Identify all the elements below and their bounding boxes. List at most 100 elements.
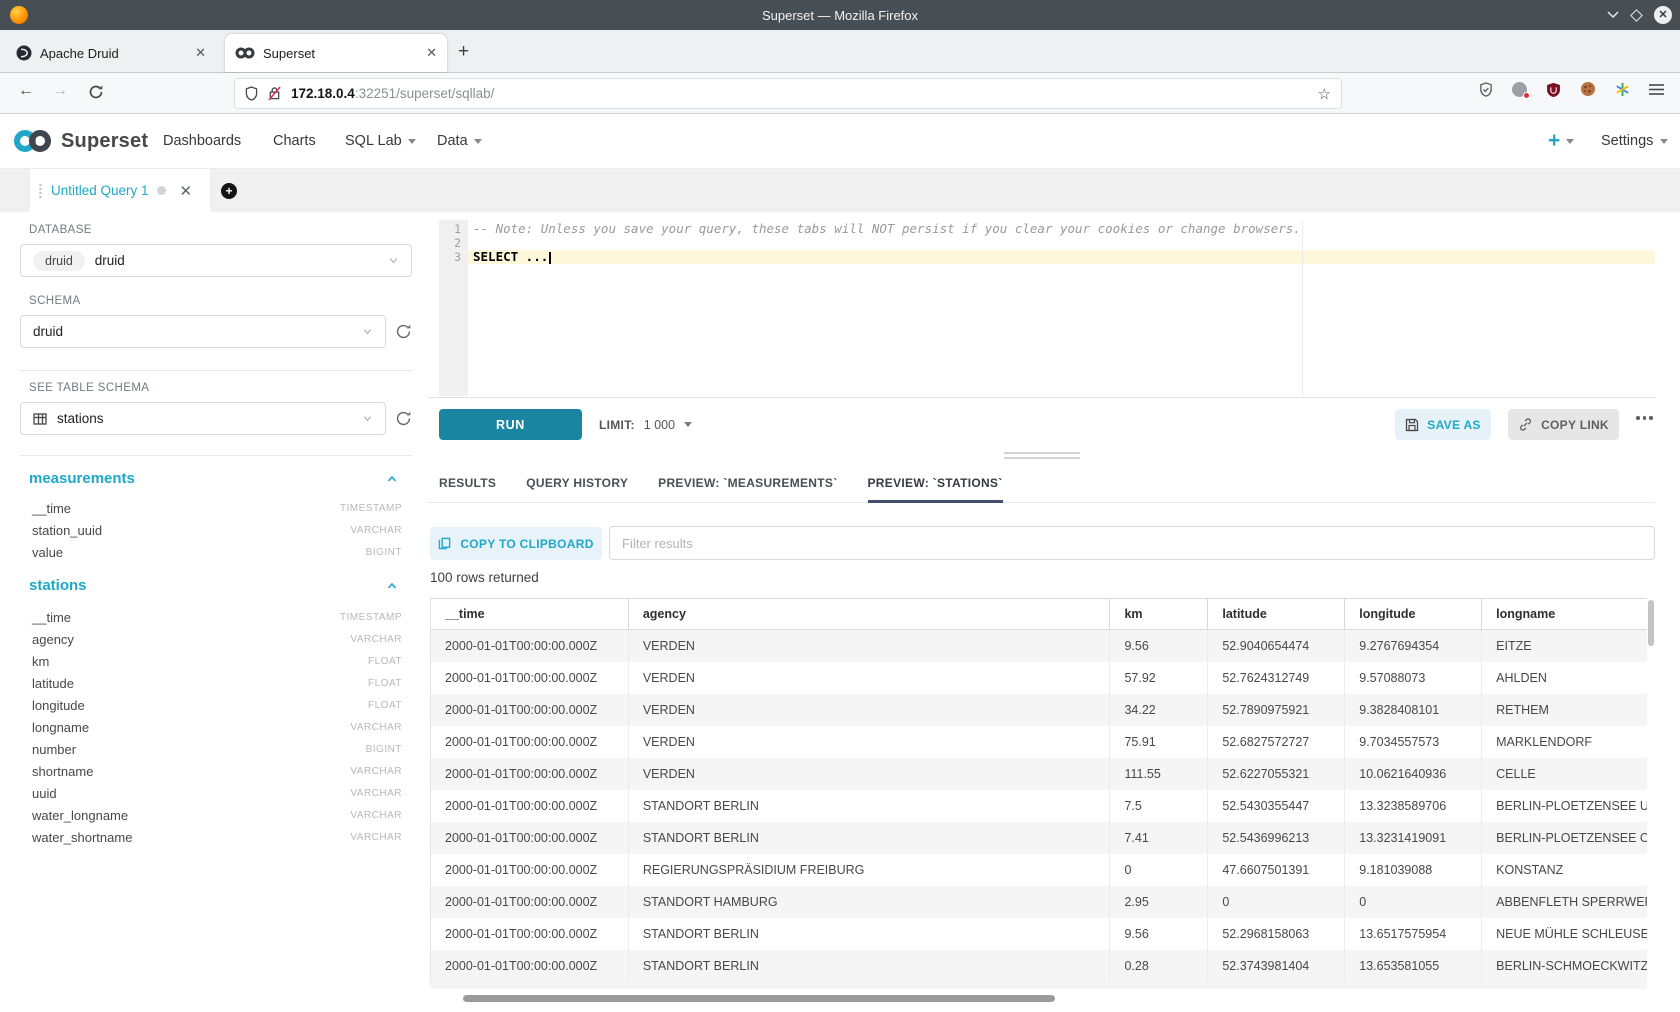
schema-column-row: water_longname VARCHAR (32, 804, 402, 826)
results-tab[interactable]: PREVIEW: `MEASUREMENTS` (658, 465, 837, 503)
filter-results-input[interactable] (609, 526, 1655, 560)
bookmark-star-icon[interactable]: ☆ (1318, 85, 1331, 103)
table-cell: 13.653581055 (1345, 950, 1482, 982)
table-row[interactable]: 2000-01-01T00:00:00.000ZVERDEN34.2252.78… (431, 694, 1647, 726)
save-as-button[interactable]: SAVE AS (1395, 409, 1491, 440)
schema-section-header[interactable]: stations (29, 577, 412, 594)
ublock-icon[interactable] (1546, 82, 1561, 97)
nav-sql-lab[interactable]: SQL Lab (345, 133, 416, 149)
superset-navbar: Superset Dashboards Charts SQL Lab Data … (0, 114, 1680, 169)
browser-tab-label: Superset (263, 46, 315, 61)
insecure-lock-icon[interactable] (268, 86, 281, 101)
schema-section-header[interactable]: measurements (29, 470, 412, 487)
more-options-button[interactable] (1636, 416, 1653, 420)
refresh-table-icon[interactable] (395, 410, 413, 428)
hamburger-menu-icon[interactable] (1649, 83, 1664, 96)
column-type: VARCHAR (350, 832, 402, 843)
table-row[interactable]: 2000-01-01T00:00:00.000ZSTANDORT BERLIN7… (431, 822, 1647, 854)
table-row[interactable]: 2000-01-01T00:00:00.000ZSTANDORT HAMBURG… (431, 886, 1647, 918)
tab-close-icon[interactable]: ✕ (195, 45, 206, 61)
table-schema-select[interactable]: stations (20, 402, 386, 435)
copy-to-clipboard-button[interactable]: COPY TO CLIPBOARD (430, 527, 602, 560)
query-tab-untitled[interactable]: Untitled Query 1 ✕ (30, 169, 210, 212)
reload-icon[interactable] (88, 84, 104, 100)
window-close-icon[interactable]: ✕ (1654, 6, 1672, 24)
superset-logo[interactable]: Superset (11, 126, 148, 156)
column-type: VARCHAR (350, 766, 402, 777)
tracking-shield-icon[interactable] (245, 86, 258, 101)
table-row[interactable]: 2000-01-01T00:00:00.000ZVERDEN9.5652.904… (431, 630, 1647, 662)
table-column-header[interactable]: longitude (1345, 599, 1482, 629)
table-cell: 47.6607501391 (1208, 854, 1345, 886)
schema-select[interactable]: druid (20, 315, 386, 348)
table-cell: 0 (1345, 886, 1482, 918)
table-cell: 2000-01-01T00:00:00.000Z (431, 726, 629, 758)
nav-charts[interactable]: Charts (273, 133, 316, 149)
query-tab-close-icon[interactable]: ✕ (180, 182, 193, 200)
cookie-icon[interactable] (1580, 81, 1596, 97)
window-minimize-icon[interactable] (1607, 11, 1619, 19)
table-cell: 2000-01-01T00:00:00.000Z (431, 950, 629, 982)
settings-menu[interactable]: Settings (1601, 133, 1668, 149)
application-window: Superset — Mozilla Firefox ✕ Apache Drui… (0, 0, 1680, 1012)
limit-dropdown[interactable]: LIMIT: 1 000 (599, 409, 692, 440)
pane-splitter-handle[interactable] (1004, 452, 1080, 462)
browser-tab-apache-druid[interactable]: Apache Druid ✕ (6, 34, 216, 72)
tab-close-icon[interactable]: ✕ (426, 45, 437, 61)
table-cell: 2000-01-01T00:00:00.000Z (431, 790, 629, 822)
new-tab-button[interactable]: + (458, 42, 469, 61)
table-row[interactable]: 2000-01-01T00:00:00.000ZVERDEN57.9252.76… (431, 662, 1647, 694)
nav-dashboards[interactable]: Dashboards (163, 133, 241, 149)
horizontal-scrollbar[interactable] (463, 995, 1055, 1002)
table-column-header[interactable]: agency (629, 599, 1111, 629)
table-cell: STANDORT BERLIN (629, 822, 1111, 854)
drag-handle-icon[interactable] (38, 183, 43, 199)
table-column-header[interactable]: km (1110, 599, 1208, 629)
table-row[interactable]: 2000-01-01T00:00:00.000ZSTANDORT BERLIN0… (431, 950, 1647, 982)
privacy-mask-icon[interactable] (1512, 82, 1527, 97)
pocket-shield-icon[interactable] (1479, 82, 1493, 97)
table-row[interactable]: 2000-01-01T00:00:00.000ZSTANDORT BERLIN7… (431, 790, 1647, 822)
window-title: Superset — Mozilla Firefox (0, 8, 1680, 23)
table-row[interactable]: 2000-01-01T00:00:00.000ZVERDEN75.9152.68… (431, 726, 1647, 758)
url-bar[interactable]: 172.18.0.4:32251/superset/sqllab/ ☆ (234, 78, 1342, 109)
forward-icon[interactable]: → (52, 82, 68, 100)
window-maximize-icon[interactable] (1630, 9, 1643, 22)
table-column-header[interactable]: latitude (1208, 599, 1345, 629)
table-row[interactable]: 2000-01-01T00:00:00.000ZREGIERUNGSPRÄSID… (431, 854, 1647, 886)
table-row[interactable]: 2000-01-01T00:00:00.000ZVERDEN111.5552.6… (431, 758, 1647, 790)
query-tabstrip: Untitled Query 1 ✕ + (0, 169, 1680, 212)
vertical-scrollbar[interactable] (1648, 600, 1654, 646)
back-icon[interactable]: ← (18, 82, 34, 100)
new-item-button[interactable]: + (1548, 129, 1574, 153)
table-row[interactable]: 2000-01-01T00:00:00.000ZSTANDORT BERLIN9… (431, 918, 1647, 950)
browser-tab-superset[interactable]: Superset ✕ (225, 34, 447, 72)
column-type: BIGINT (366, 744, 402, 755)
results-tab[interactable]: PREVIEW: `STATIONS` (868, 465, 1003, 503)
results-tab[interactable]: QUERY HISTORY (526, 465, 628, 503)
table-cell: 9.2767694354 (1345, 630, 1482, 662)
extension-snowflake-icon[interactable] (1615, 82, 1630, 97)
table-cell: 2000-01-01T00:00:00.000Z (431, 694, 629, 726)
add-query-tab-button[interactable]: + (221, 183, 237, 199)
table-cell: 9.7034557573 (1345, 726, 1482, 758)
database-tag: druid (33, 251, 85, 271)
sql-editor[interactable]: 1 -- Note: Unless you save your query, t… (439, 220, 1655, 396)
table-cell: 0.28 (1110, 950, 1208, 982)
line-text: -- Note: Unless you save your query, the… (468, 222, 1301, 236)
chevron-up-icon[interactable] (386, 473, 398, 485)
column-type: VARCHAR (350, 788, 402, 799)
caret-down-icon (1660, 139, 1668, 144)
refresh-schema-icon[interactable] (395, 323, 413, 341)
schema-column-row: number BIGINT (32, 738, 402, 760)
results-tab[interactable]: RESULTS (439, 465, 496, 503)
chevron-up-icon[interactable] (386, 580, 398, 592)
chevron-down-icon (362, 326, 373, 337)
copy-link-button[interactable]: COPY LINK (1508, 409, 1619, 440)
table-column-header[interactable]: longname (1482, 599, 1647, 629)
chevron-down-icon (388, 255, 399, 266)
nav-data[interactable]: Data (437, 133, 482, 149)
run-button[interactable]: RUN (439, 409, 582, 440)
database-select[interactable]: druid druid (20, 244, 412, 277)
table-column-header[interactable]: __time (431, 599, 629, 629)
